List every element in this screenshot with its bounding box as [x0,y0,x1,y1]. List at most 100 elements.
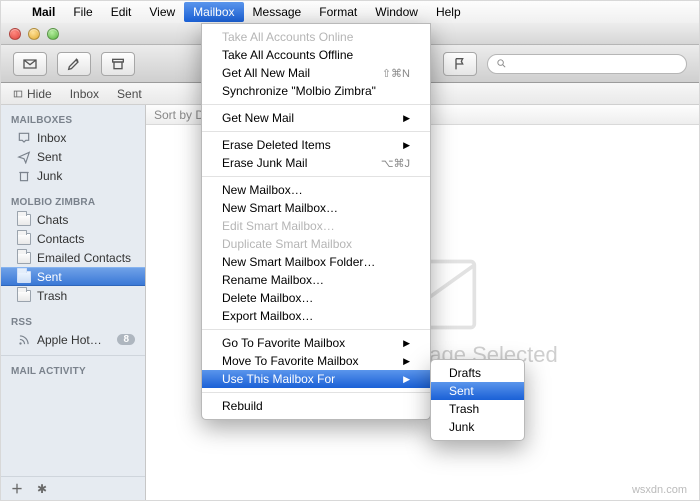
menu-item-label: Take All Accounts Online [222,30,353,44]
menu-item[interactable]: Get All New Mail ⇧⌘N [202,64,430,82]
menu-item[interactable]: Get New Mail▶ [202,109,430,127]
menu-item-label: Get All New Mail [222,66,310,80]
sidebar-item-label: Apple Hot… [37,333,102,347]
menu-item[interactable]: New Smart Mailbox… [202,199,430,217]
sidebar-item-label: Junk [37,169,62,183]
add-button[interactable]: ＋ [11,480,23,497]
folder-icon [17,214,31,226]
sidebar-item-label: Chats [37,213,68,227]
sidebar-item-chats[interactable]: Chats [1,210,145,229]
sidebar-item-label: Sent [37,150,62,164]
menu-help[interactable]: Help [427,2,470,22]
sidebar-item-sent-account[interactable]: Sent [1,267,145,286]
sidebar-item-rss-applehot[interactable]: Apple Hot…8 [1,330,145,349]
sidebar: MAILBOXES Inbox Sent Junk MOLBIO ZIMBRA … [1,105,146,500]
menu-item[interactable]: New Smart Mailbox Folder… [202,253,430,271]
menu-edit[interactable]: Edit [102,2,141,22]
zoom-window-button[interactable] [47,28,59,40]
menu-item-label: Synchronize "Molbio Zimbra" [222,84,376,98]
favorite-inbox[interactable]: Inbox [70,87,99,101]
submenu-arrow-icon: ▶ [403,338,410,349]
menu-item-label: Use This Mailbox For [222,372,335,386]
sidebar-item-junk-global[interactable]: Junk [1,166,145,185]
sidebar-section-account: MOLBIO ZIMBRA [1,193,145,210]
inbox-icon [17,132,31,144]
minimize-window-button[interactable] [28,28,40,40]
close-window-button[interactable] [9,28,21,40]
sidebar-item-emailed-contacts[interactable]: Emailed Contacts [1,248,145,267]
flag-button[interactable] [443,52,477,76]
menu-view[interactable]: View [140,2,184,22]
submenu-item[interactable]: Junk [431,418,524,436]
search-icon [496,58,507,69]
sidebar-item-contacts[interactable]: Contacts [1,229,145,248]
favorite-sent[interactable]: Sent [117,87,142,101]
menu-item[interactable]: Rename Mailbox… [202,271,430,289]
app-menu[interactable]: Mail [23,2,64,22]
folder-icon [17,233,31,245]
submenu-arrow-icon: ▶ [403,113,410,124]
sidebar-item-inbox[interactable]: Inbox [1,128,145,147]
compose-button[interactable] [57,52,91,76]
action-menu-button[interactable]: ✱ [37,482,47,496]
sidebar-item-sent-global[interactable]: Sent [1,147,145,166]
sent-icon [17,151,31,163]
menu-item[interactable]: Delete Mailbox… [202,289,430,307]
sidebar-section-rss: RSS [1,313,145,330]
menu-format[interactable]: Format [310,2,366,22]
use-this-mailbox-for-submenu: DraftsSentTrashJunk [430,359,525,441]
menu-item-label: Move To Favorite Mailbox [222,354,359,368]
menu-item-label: Rename Mailbox… [222,273,324,287]
sidebar-item-label: Sent [37,270,62,284]
menu-item-label: Delete Mailbox… [222,291,313,305]
menu-mailbox[interactable]: Mailbox [184,2,243,22]
menu-window[interactable]: Window [366,2,427,22]
menu-item-label: New Smart Mailbox Folder… [222,255,375,269]
mailbox-menu: Take All Accounts Online Take All Account… [201,23,431,420]
menu-item[interactable]: Move To Favorite Mailbox ▶ [202,352,430,370]
submenu-item[interactable]: Drafts [431,364,524,382]
sidebar-item-label: Contacts [37,232,84,246]
search-input[interactable] [511,57,678,71]
menu-item: Duplicate Smart Mailbox [202,235,430,253]
search-field[interactable] [487,54,687,74]
hide-sidebar-button[interactable]: Hide [13,87,52,101]
menu-item[interactable]: Erase Junk Mail⌥⌘J [202,154,430,172]
folder-icon [17,290,31,302]
menu-item[interactable]: Rebuild [202,397,430,415]
menu-item: Edit Smart Mailbox… [202,217,430,235]
menu-item[interactable]: New Mailbox… [202,181,430,199]
menu-item[interactable]: Erase Deleted Items▶ [202,136,430,154]
menu-item[interactable]: Synchronize "Molbio Zimbra" [202,82,430,100]
menu-item-label: Edit Smart Mailbox… [222,219,335,233]
submenu-arrow-icon: ▶ [403,356,410,367]
archive-button[interactable] [101,52,135,76]
menu-item-label: Erase Junk Mail [222,156,307,170]
menu-item: Take All Accounts Online [202,28,430,46]
submenu-arrow-icon: ▶ [403,374,410,385]
menu-item-label: Go To Favorite Mailbox [222,336,345,350]
menu-item-label: Duplicate Smart Mailbox [222,237,352,251]
submenu-arrow-icon: ▶ [403,140,410,151]
menu-file[interactable]: File [64,2,101,22]
menu-item[interactable]: Go To Favorite Mailbox ▶ [202,334,430,352]
sidebar-section-activity: MAIL ACTIVITY [1,362,145,379]
sidebar-footer: ＋ ✱ [1,476,145,500]
panel-icon [13,89,23,99]
submenu-item[interactable]: Sent [431,382,524,400]
sidebar-item-trash-account[interactable]: Trash [1,286,145,305]
sidebar-item-label: Emailed Contacts [37,251,131,265]
menu-item-label: New Mailbox… [222,183,303,197]
system-menubar: Mail File Edit View Mailbox Message Form… [1,1,699,23]
submenu-item[interactable]: Trash [431,400,524,418]
menu-item[interactable]: Export Mailbox… [202,307,430,325]
sidebar-section-mailboxes: MAILBOXES [1,111,145,128]
menu-item[interactable]: Use This Mailbox For ▶ [202,370,430,388]
menu-message[interactable]: Message [244,2,311,22]
sidebar-item-label: Trash [37,289,67,303]
get-mail-button[interactable] [13,52,47,76]
menu-shortcut: ⇧⌘N [382,67,410,80]
watermark: wsxdn.com [632,484,687,496]
menu-item[interactable]: Take All Accounts Offline [202,46,430,64]
menu-item-label: Export Mailbox… [222,309,313,323]
